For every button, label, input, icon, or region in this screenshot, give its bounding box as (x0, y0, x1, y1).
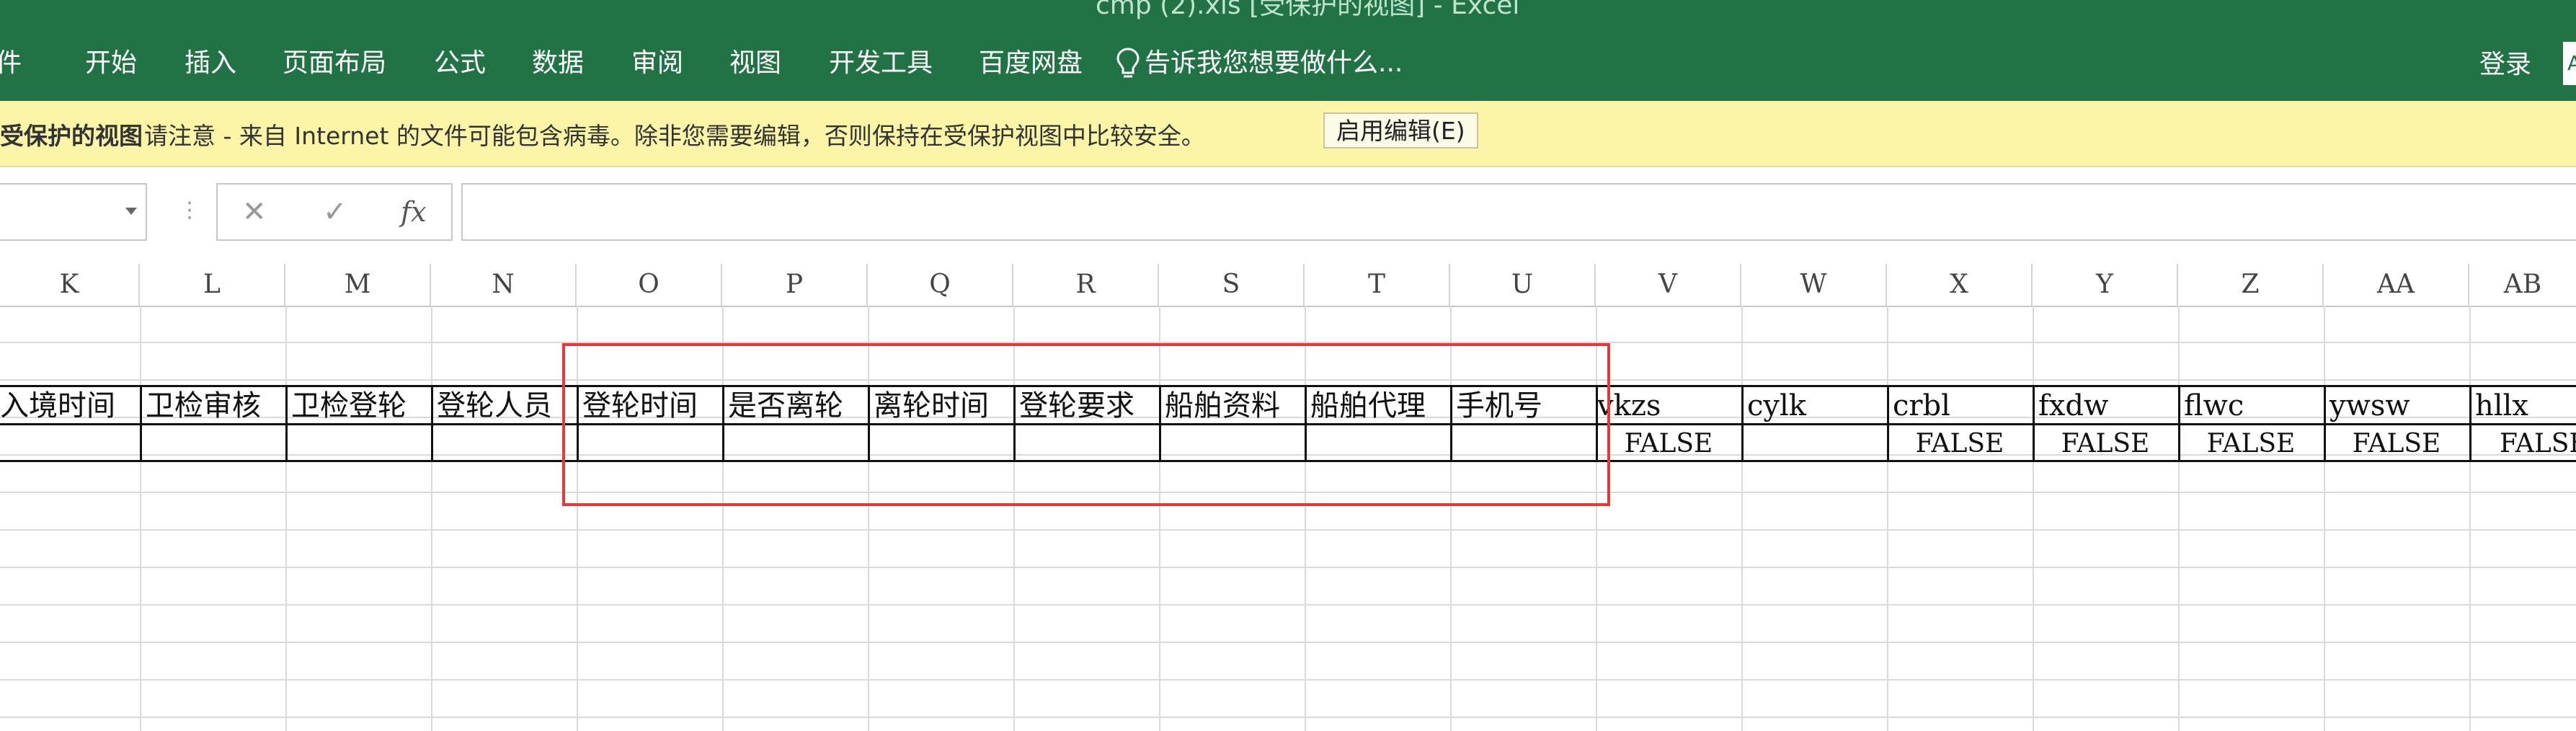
cell-v-header[interactable]: vkzs (1593, 385, 1740, 425)
column-header-u[interactable]: U (1450, 264, 1596, 306)
column-header-z[interactable]: Z (2178, 264, 2324, 306)
cell-aa-value[interactable]: FALSE (2325, 425, 2468, 461)
lightbulb-icon (1116, 48, 1140, 78)
cell-l-header[interactable]: 卫检审核 (141, 385, 285, 425)
protected-view-message: 请注意 - 来自 Internet 的文件可能包含病毒。除非您需要编辑，否则保持… (144, 122, 1205, 150)
tell-me-text: 告诉我您想要做什么... (1145, 48, 1403, 78)
check-icon[interactable]: ✓ (323, 195, 347, 229)
chevron-down-icon[interactable] (125, 208, 137, 215)
cell-y-header[interactable]: fxdw (2034, 385, 2178, 425)
sign-in-link[interactable]: 登录 (2479, 46, 2531, 84)
more-options-icon[interactable]: ⋮ (179, 195, 200, 226)
grid-line (431, 306, 432, 731)
cell-m-header[interactable]: 卫检登轮 (287, 385, 431, 425)
cell-w-value[interactable] (1743, 425, 1886, 461)
column-header-aa[interactable]: AA (2324, 264, 2469, 306)
tab-page-layout[interactable]: 页面布局 (283, 45, 386, 82)
window-title: cmp (2).xls [受保护的视图] - Excel (1096, 0, 1520, 20)
tab-developer[interactable]: 开发工具 (829, 45, 933, 82)
grid-line (2033, 306, 2034, 731)
highlight-box (562, 343, 1610, 506)
protected-view-title: 受保护的视图 (0, 122, 143, 150)
name-box[interactable] (0, 183, 147, 241)
grid-line (285, 306, 287, 731)
tab-insert[interactable]: 插入 (185, 45, 236, 82)
cell-x-header[interactable]: crbl (1888, 385, 2033, 425)
column-header-v[interactable]: V (1596, 264, 1741, 306)
cell-z-header[interactable]: flwc (2180, 385, 2324, 425)
account-badge[interactable]: A (2563, 42, 2576, 85)
column-header-l[interactable]: L (140, 264, 285, 306)
column-header-s[interactable]: S (1159, 264, 1305, 306)
cell-y-value[interactable]: FALSE (2034, 425, 2177, 461)
tab-review[interactable]: 审阅 (631, 45, 683, 82)
ribbon-bar: cmp (2).xls [受保护的视图] - Excel 件 开始 插入 页面布… (0, 0, 2576, 101)
protected-view-bar: 受保护的视图 请注意 - 来自 Internet 的文件可能包含病毒。除非您需要… (0, 101, 2576, 167)
grid-line (1887, 306, 1888, 731)
grid-line (2178, 306, 2180, 731)
column-header-q[interactable]: Q (868, 264, 1013, 306)
tab-file[interactable]: 件 (0, 45, 22, 82)
grid-line (2469, 306, 2471, 731)
cancel-icon[interactable]: ✕ (242, 195, 267, 229)
grid-line (1741, 306, 1743, 731)
grid-line (2324, 306, 2325, 731)
column-header-t[interactable]: T (1305, 264, 1450, 306)
column-header-w[interactable]: W (1741, 264, 1887, 306)
cell-w-header[interactable]: cylk (1743, 385, 1887, 425)
tab-baidu-netdisk[interactable]: 百度网盘 (979, 45, 1083, 82)
cell-ab-value[interactable]: FALSE (2471, 425, 2576, 461)
tab-home[interactable]: 开始 (85, 45, 137, 82)
cell-x-value[interactable]: FALSE (1888, 425, 2031, 461)
formula-input[interactable] (461, 183, 2576, 241)
tab-view[interactable]: 视图 (729, 45, 781, 82)
tell-me-search[interactable]: 告诉我您想要做什么... (1116, 45, 1403, 82)
formula-bar: ⋮ ✕ ✓ fx (0, 167, 2576, 264)
column-header-o[interactable]: O (577, 264, 722, 306)
enable-editing-button[interactable]: 启用编辑(E) (1323, 112, 1478, 149)
formula-buttons: ✕ ✓ fx (216, 183, 453, 241)
column-header-x[interactable]: X (1887, 264, 2033, 306)
tab-data[interactable]: 数据 (532, 45, 584, 82)
column-header-y[interactable]: Y (2033, 264, 2178, 306)
grid-line (140, 306, 141, 731)
column-header-k[interactable]: K (0, 264, 140, 306)
cell-n-header[interactable]: 登轮人员 (432, 385, 577, 425)
tab-formulas[interactable]: 公式 (434, 45, 486, 82)
insert-function-icon[interactable]: fx (401, 195, 427, 229)
cell-k-header[interactable]: 入境时间 (0, 385, 140, 425)
column-header-ab[interactable]: AB (2469, 264, 2576, 306)
column-header-p[interactable]: P (722, 264, 868, 306)
cell-aa-header[interactable]: ywsw (2325, 385, 2469, 425)
cell-v-value[interactable]: FALSE (1597, 425, 1740, 461)
column-header-r[interactable]: R (1013, 264, 1159, 306)
cell-z-value[interactable]: FALSE (2180, 425, 2322, 461)
column-header-n[interactable]: N (431, 264, 577, 306)
column-headers: K L M N O P Q R S T U V W X Y Z AA AB (0, 264, 2576, 307)
column-header-m[interactable]: M (285, 264, 431, 306)
cell-ab-header[interactable]: hllx (2471, 385, 2576, 425)
